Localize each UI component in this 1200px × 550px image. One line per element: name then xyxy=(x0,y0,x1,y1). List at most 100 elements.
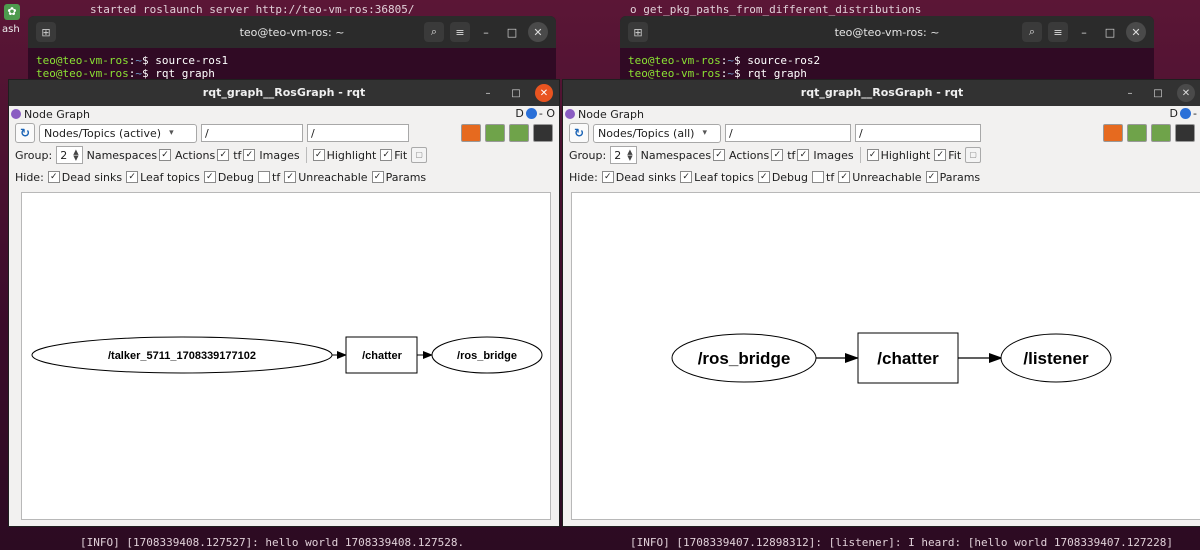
highlight-checkbox[interactable]: ✓ Highlight xyxy=(866,149,930,162)
dock-d-label[interactable]: D xyxy=(515,107,523,120)
terminal-body[interactable]: teo@teo-vm-ros:~$ source-ros1 teo@teo-vm… xyxy=(28,48,556,82)
terminal-body[interactable]: teo@teo-vm-ros:~$ source-ros2 teo@teo-vm… xyxy=(620,48,1154,82)
close-icon[interactable]: ✕ xyxy=(528,22,548,42)
minimize-icon[interactable]: – xyxy=(476,22,496,42)
search-icon[interactable]: ⌕ xyxy=(424,22,444,42)
hide-unreachable-checkbox[interactable]: ✓ Unreachable xyxy=(284,171,368,184)
namespaces-checkbox[interactable]: Namespaces ✓ xyxy=(87,149,172,162)
hide-row: Hide: ✓ Dead sinks ✓ Leaf topics ✓ Debug tf… xyxy=(563,166,1200,188)
fit-view-icon[interactable]: ▢ xyxy=(411,147,428,163)
rqt-header[interactable]: rqt_graph__RosGraph - rqt – □ ✕ xyxy=(9,80,559,106)
graph-node-label: /ros_bridge xyxy=(698,349,791,368)
maximize-icon[interactable]: □ xyxy=(1100,22,1120,42)
hide-debug-checkbox[interactable]: ✓ Debug xyxy=(203,171,254,184)
highlight-checkbox[interactable]: ✓ Highlight xyxy=(312,149,376,162)
minimize-icon[interactable]: – xyxy=(1074,22,1094,42)
topic-filter-input[interactable]: / xyxy=(307,124,409,142)
terminal-header[interactable]: ⊞ teo@teo-vm-ros: ~ ⌕ ≡ – □ ✕ xyxy=(620,16,1154,48)
plugin-icon xyxy=(565,109,575,119)
hide-unreachable-checkbox[interactable]: ✓ Unreachable xyxy=(838,171,922,184)
hide-tf-checkbox[interactable]: tf xyxy=(258,171,280,184)
close-icon[interactable]: ✕ xyxy=(535,84,553,102)
close-icon[interactable]: ✕ xyxy=(1177,84,1195,102)
dock-label: ash xyxy=(2,24,20,35)
rqt-graph-window[interactable]: rqt_graph__RosGraph - rqt – □ ✕ Node Gra… xyxy=(562,79,1200,527)
terminal-line: teo@teo-vm-ros:~$ source-ros1 xyxy=(36,54,229,67)
graph-canvas[interactable]: /ros_bridge /chatter /listener xyxy=(571,192,1200,520)
hide-dead-sinks-checkbox[interactable]: ✓ Dead sinks xyxy=(47,171,122,184)
plugin-title: Node Graph xyxy=(578,107,644,121)
help-icon[interactable] xyxy=(1180,108,1192,119)
namespaces-checkbox[interactable]: Namespaces ✓ xyxy=(641,149,726,162)
tf-checkbox[interactable]: tf ✓ xyxy=(233,149,256,162)
graph-canvas[interactable]: /talker_5711_1708339177102 /chatter /ros… xyxy=(21,192,551,520)
load-dot-icon[interactable] xyxy=(461,124,481,142)
actions-checkbox[interactable]: Actions ✓ xyxy=(175,149,230,162)
hide-leaf-topics-checkbox[interactable]: ✓ Leaf topics xyxy=(680,171,754,184)
hide-row: Hide: ✓ Dead sinks ✓ Leaf topics ✓ Debug tf… xyxy=(9,166,559,188)
graph-svg: /talker_5711_1708339177102 /chatter /ros… xyxy=(31,336,543,374)
tf-checkbox[interactable]: tf ✓ xyxy=(787,149,810,162)
save-svg-icon[interactable] xyxy=(509,124,529,142)
group-label: Group: xyxy=(569,148,607,162)
rqt-header[interactable]: rqt_graph__RosGraph - rqt – □ ✕ xyxy=(563,80,1200,106)
actions-checkbox[interactable]: Actions ✓ xyxy=(729,149,784,162)
refresh-icon[interactable]: ↻ xyxy=(15,123,35,143)
help-icon[interactable] xyxy=(525,108,537,119)
minimize-icon[interactable]: – xyxy=(1121,84,1139,102)
topic-filter-input[interactable]: / xyxy=(855,124,981,142)
fit-checkbox[interactable]: ✓ Fit xyxy=(934,149,961,162)
graph-node-label: /talker_5711_1708339177102 xyxy=(108,350,256,362)
menu-icon[interactable]: ≡ xyxy=(1048,22,1068,42)
hide-label: Hide: xyxy=(15,170,44,184)
hide-params-checkbox[interactable]: ✓ Params xyxy=(371,171,426,184)
new-tab-icon[interactable]: ⊞ xyxy=(628,22,648,42)
view-mode-select[interactable]: Nodes/Topics (all) ▾ xyxy=(593,123,721,143)
fit-checkbox[interactable]: ✓ Fit xyxy=(380,149,407,162)
plugin-controls[interactable]: - xyxy=(1193,107,1197,120)
namespace-filter-input[interactable]: / xyxy=(725,124,851,142)
plugin-title: Node Graph xyxy=(24,107,90,121)
save-dot-icon[interactable] xyxy=(485,124,505,142)
hide-params-checkbox[interactable]: ✓ Params xyxy=(925,171,980,184)
hide-dead-sinks-checkbox[interactable]: ✓ Dead sinks xyxy=(601,171,676,184)
save-svg-icon[interactable] xyxy=(1151,124,1171,142)
hide-tf-checkbox[interactable]: tf xyxy=(812,171,834,184)
terminal-header[interactable]: ⊞ teo@teo-vm-ros: ~ ⌕ ≡ – □ ✕ xyxy=(28,16,556,48)
plugin-title-bar: Node Graph D - O xyxy=(9,106,559,122)
graph-node-label: /listener xyxy=(1023,349,1089,368)
hide-debug-checkbox[interactable]: ✓ Debug xyxy=(757,171,808,184)
view-mode-select[interactable]: Nodes/Topics (active) ▾ xyxy=(39,123,197,143)
group-label: Group: xyxy=(15,148,53,162)
dock-app-icon[interactable]: ✿ xyxy=(4,4,20,20)
menu-icon[interactable]: ≡ xyxy=(450,22,470,42)
images-checkbox[interactable]: Images xyxy=(259,149,299,162)
plugin-controls[interactable]: - O xyxy=(539,107,555,120)
terminal-window[interactable]: ⊞ teo@teo-vm-ros: ~ ⌕ ≡ – □ ✕ teo@teo-vm… xyxy=(620,16,1154,82)
hide-leaf-topics-checkbox[interactable]: ✓ Leaf topics xyxy=(126,171,200,184)
dock-d-label[interactable]: D xyxy=(1170,107,1178,120)
background-log-line: [INFO] [1708339407.12898312]: [listener]… xyxy=(630,536,1174,549)
minimize-icon[interactable]: – xyxy=(479,84,497,102)
images-checkbox[interactable]: Images xyxy=(813,149,853,162)
group-spinbox[interactable]: 2 ▲ ▼ xyxy=(56,146,83,164)
group-spinbox[interactable]: 2 ▲ ▼ xyxy=(610,146,637,164)
search-icon[interactable]: ⌕ xyxy=(1022,22,1042,42)
new-tab-icon[interactable]: ⊞ xyxy=(36,22,56,42)
namespace-filter-input[interactable]: / xyxy=(201,124,303,142)
rqt-graph-window[interactable]: rqt_graph__RosGraph - rqt – □ ✕ Node Gra… xyxy=(8,79,560,527)
maximize-icon[interactable]: □ xyxy=(502,22,522,42)
graph-node-label: /ros_bridge xyxy=(457,350,517,362)
rqt-title: rqt_graph__RosGraph - rqt xyxy=(800,86,964,99)
save-image-icon[interactable] xyxy=(1175,124,1195,142)
fit-view-icon[interactable]: ▢ xyxy=(965,147,982,163)
terminal-window[interactable]: ⊞ teo@teo-vm-ros: ~ ⌕ ≡ – □ ✕ teo@teo-vm… xyxy=(28,16,556,82)
group-row: Group: 2 ▲ ▼ Namespaces ✓ Actions ✓ tf ✓ Imag… xyxy=(563,144,1200,166)
load-dot-icon[interactable] xyxy=(1103,124,1123,142)
save-image-icon[interactable] xyxy=(533,124,553,142)
maximize-icon[interactable]: □ xyxy=(1149,84,1167,102)
save-dot-icon[interactable] xyxy=(1127,124,1147,142)
maximize-icon[interactable]: □ xyxy=(507,84,525,102)
refresh-icon[interactable]: ↻ xyxy=(569,123,589,143)
close-icon[interactable]: ✕ xyxy=(1126,22,1146,42)
